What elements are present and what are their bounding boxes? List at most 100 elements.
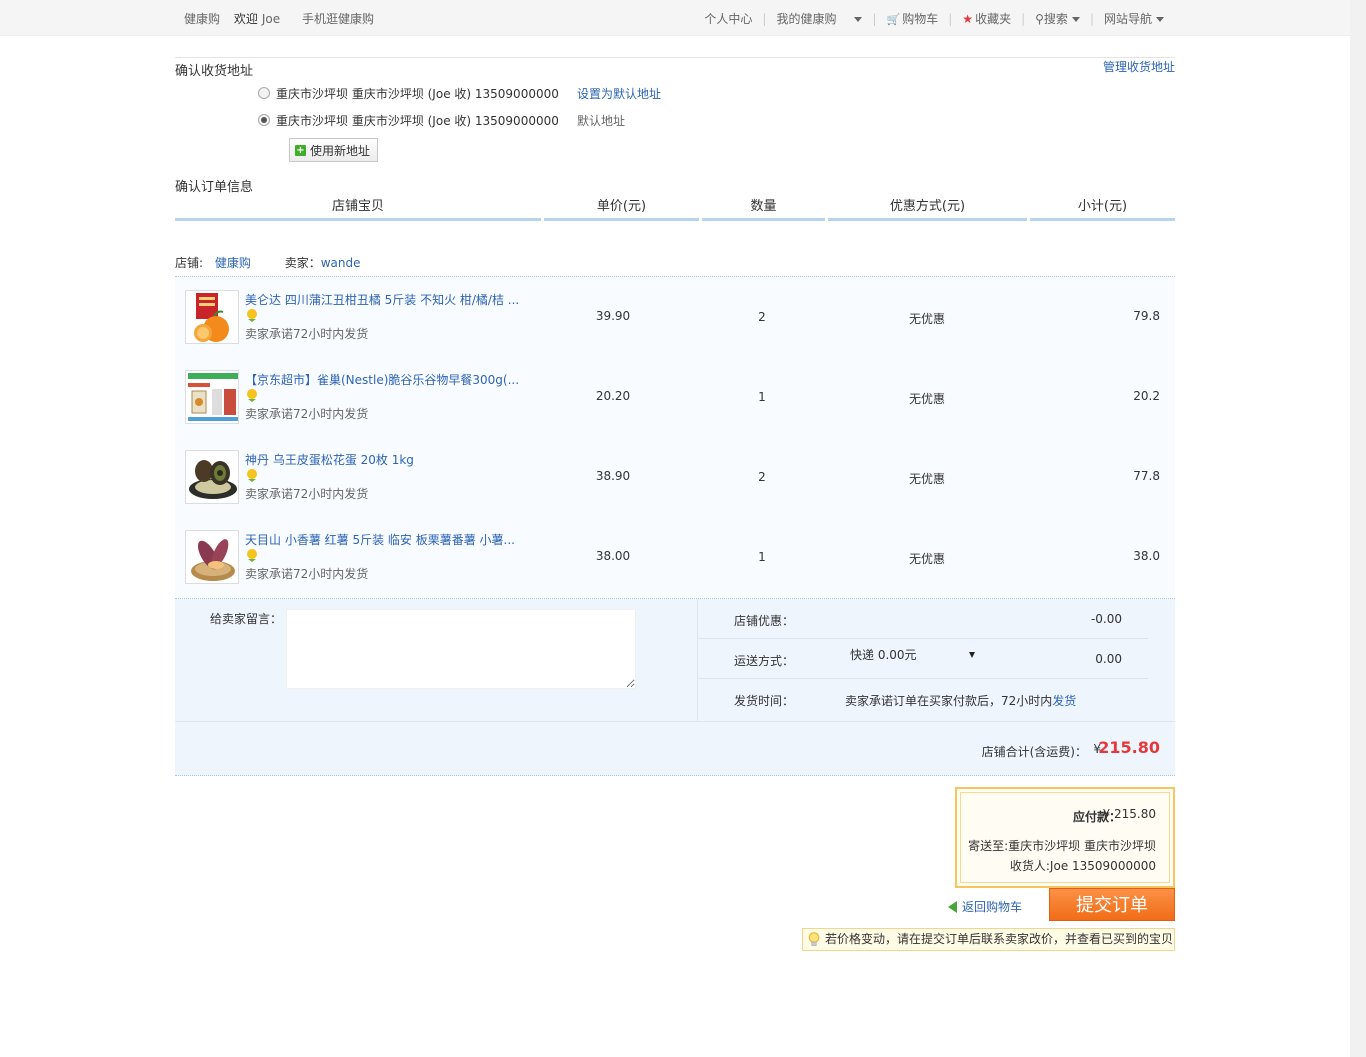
price-change-tip: 若价格变动，请在提交订单后联系卖家改价，并查看已买到的宝贝 [802,928,1175,951]
message-to-seller-input[interactable] [286,609,636,689]
username-link[interactable]: Joe [262,12,280,26]
lightbulb-icon [808,932,820,946]
subtotal: 79.8 [1133,309,1160,323]
list-item: 【京东超市】雀巢(Nestle)脆谷乐谷物早餐300g(... 卖家承诺72小时… [175,357,1175,437]
shop-total-value: 215.80 [1098,738,1160,757]
quantity: 1 [758,550,766,564]
top-nav-left: 健康购 欢迎 Joe 手机逛健康购 [184,10,378,27]
shop-name-link[interactable]: 健康购 [215,256,251,270]
search-menu[interactable]: ⚲搜索 [1035,10,1080,27]
address-option-1: 重庆市沙坪坝 重庆市沙坪坝 (Joe 收) 13509000000 [276,87,559,101]
shipping-method-value: 快递 0.00元 [850,648,917,662]
cart-link[interactable]: 🛒 购物车 [887,10,939,27]
product-name-link[interactable]: 天目山 小香薯 红薯 5斤装 临安 板栗薯番薯 小薯... [245,531,515,548]
shop-discount-value: -0.00 [1090,612,1122,626]
plus-icon: + [295,144,306,156]
favorites-link[interactable]: ★ 收藏夹 [962,10,1011,27]
top-nav-bar: 健康购 欢迎 Joe 手机逛健康购 个人中心 | 我的健康购 | 🛒 购物车 | ★… [0,0,1350,36]
shop-label: 店铺: [175,256,204,270]
divider: | [872,11,877,26]
shipping-promise: 卖家承诺72小时内发货 [245,567,369,581]
shipping-promise: 卖家承诺72小时内发货 [245,487,369,501]
unit-price: 38.00 [595,549,631,563]
table-header-subtotal: 小计(元) [1030,197,1175,221]
cart-icon: 🛒 [886,13,901,26]
address-section-title: 确认收货地址 [175,64,254,79]
manage-address-link[interactable]: 管理收货地址 [1103,58,1175,75]
unit-price: 39.90 [595,309,631,323]
use-new-address-label: 使用新地址 [310,143,371,158]
order-section-title: 确认订单信息 [175,180,254,195]
personal-center-link[interactable]: 个人中心 [704,10,752,27]
shop-info: 店铺: 健康购 卖家：wande [175,254,361,271]
shop-total-panel: 店铺合计(含运费)： ¥ 215.80 [175,721,1175,776]
list-item: 神丹 乌王皮蛋松花蛋 20枚 1kg 卖家承诺72小时内发货 38.90 2 无… [175,437,1175,517]
chevron-down-icon [1156,17,1164,22]
mobile-link[interactable]: 手机逛健康购 [302,12,374,26]
ship-time-link[interactable]: 发货 [1052,694,1076,708]
table-header-item: 店铺宝贝 [175,197,541,221]
set-default-address-link[interactable]: 设置为默认地址 [577,85,661,102]
shipping-method-select[interactable]: 快递 0.00元 [848,644,983,666]
back-arrow-icon [948,900,957,913]
seller-badge-icon [247,389,257,402]
search-label: 搜索 [1043,12,1068,26]
subtotal: 77.8 [1133,469,1160,483]
unit-price: 20.20 [595,389,631,403]
scrollbar[interactable] [1350,0,1366,1057]
list-item: 天目山 小香薯 红薯 5斤装 临安 板栗薯番薯 小薯... 卖家承诺72小时内发… [175,517,1175,597]
product-thumbnail[interactable] [185,370,239,424]
tip-text: 若价格变动，请在提交订单后联系卖家改价，并查看已买到的宝贝 [825,932,1174,946]
divider: | [1089,11,1094,26]
seller-badge-icon [247,549,257,562]
address-option-2: 重庆市沙坪坝 重庆市沙坪坝 (Joe 收) 13509000000 [276,114,559,128]
ship-time-row: 发货时间： 卖家承诺订单在买家付款后，72小时内发货 [698,679,1148,719]
search-icon: ⚲ [1035,12,1044,26]
ship-to-address: 寄送至:重庆市沙坪坝 重庆市沙坪坝 [968,839,1156,853]
discount: 无优惠 [908,312,945,326]
order-items-list: 美仑达 四川蒲江丑柑丑橘 5斤装 不知火 柑/橘/桔 ... 卖家承诺72小时内… [175,277,1175,598]
shop-discount-label: 店铺优惠： [734,614,795,628]
address-radio-2[interactable] [258,114,270,126]
unit-price: 38.90 [595,469,631,483]
site-home-link[interactable]: 健康购 [184,12,220,26]
favorites-label: 收藏夹 [975,12,1012,26]
seller-badge-icon [247,309,257,322]
payment-summary-box: 应付款： ¥ 215.80 寄送至:重庆市沙坪坝 重庆市沙坪坝 收货人:Joe … [955,787,1175,888]
star-icon: ★ [962,12,974,26]
quantity: 2 [758,310,766,324]
shipping-row: 运送方式： 快递 0.00元 0.00 [698,639,1148,679]
amount-due-value: ¥ 215.80 [1102,807,1156,821]
product-thumbnail[interactable] [185,290,239,344]
seller-name-link[interactable]: wande [321,256,361,270]
product-thumbnail[interactable] [185,530,239,584]
discount: 无优惠 [908,552,945,566]
product-name-link[interactable]: 【京东超市】雀巢(Nestle)脆谷乐谷物早餐300g(... [245,371,519,388]
site-nav-label: 网站导航 [1103,12,1152,26]
divider: | [948,11,953,26]
site-nav-menu[interactable]: 网站导航 [1104,10,1164,27]
shop-total-label: 店铺合计(含运费)： [981,745,1087,759]
product-name-link[interactable]: 美仑达 四川蒲江丑柑丑橘 5斤装 不知火 柑/橘/桔 ... [245,291,519,308]
seller-badge-icon [247,469,257,482]
use-new-address-button[interactable]: + 使用新地址 [289,138,378,162]
back-to-cart-link[interactable]: 返回购物车 [948,898,1022,915]
ship-time-desc: 卖家承诺订单在买家付款后，72小时内 [845,694,1053,708]
address-radio-1[interactable] [258,87,270,99]
subtotal: 38.0 [1133,549,1160,563]
quantity: 1 [758,390,766,404]
table-header-price: 单价(元) [544,197,699,221]
my-site-label: 我的健康购 [776,12,837,26]
my-site-menu[interactable]: 我的健康购 [776,10,863,27]
shipping-promise: 卖家承诺72小时内发货 [245,407,369,421]
ship-time-text: 卖家承诺订单在买家付款后，72小时内发货 [845,692,1076,709]
divider: | [1021,11,1026,26]
product-name-link[interactable]: 神丹 乌王皮蛋松花蛋 20枚 1kg [245,451,414,468]
discount: 无优惠 [908,392,945,406]
top-nav-right: 个人中心 | 我的健康购 | 🛒 购物车 | ★ 收藏夹 | ⚲搜索 | 网站导航 [704,10,1164,27]
shop-discount-row: 店铺优惠： -0.00 [698,599,1148,639]
default-address-label: 默认地址 [577,114,626,128]
submit-order-button[interactable]: 提交订单 [1049,888,1175,921]
divider: | [762,11,767,26]
product-thumbnail[interactable] [185,450,239,504]
